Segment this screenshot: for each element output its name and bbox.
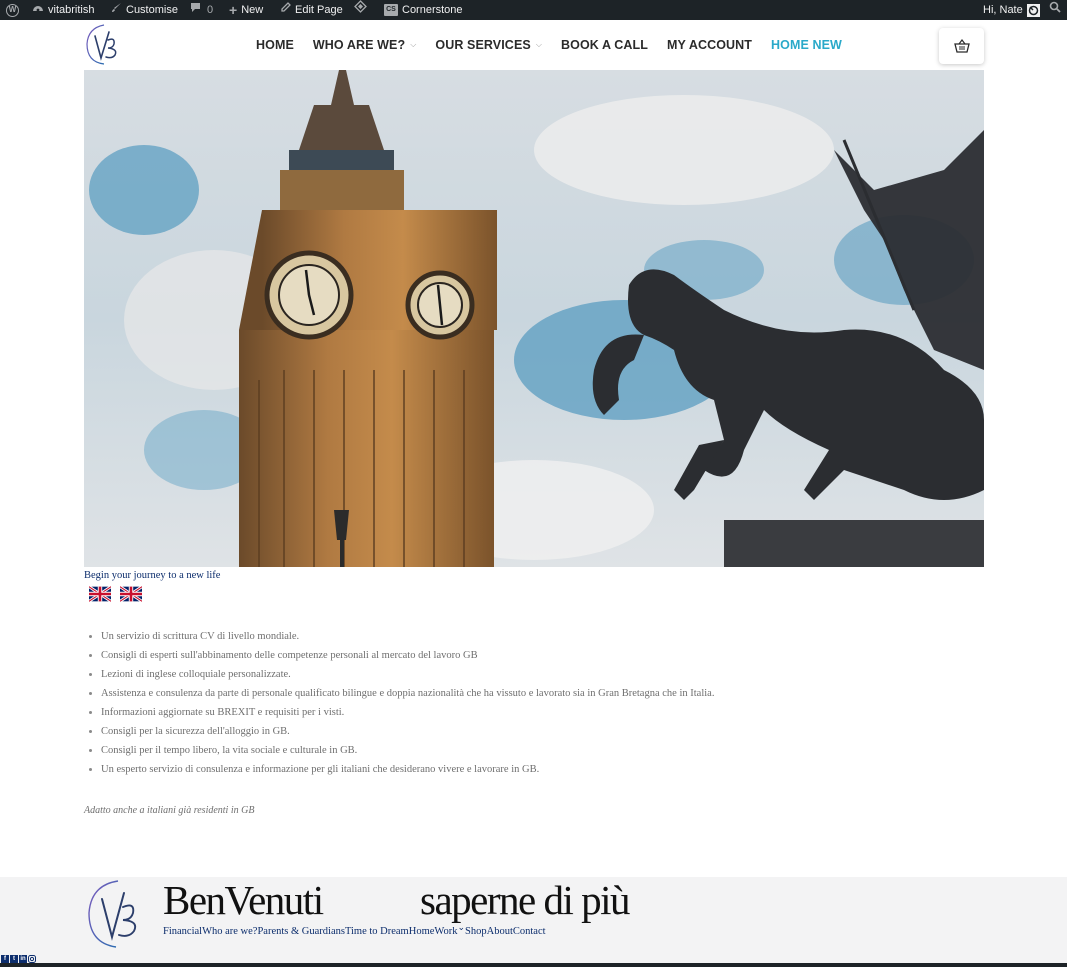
comments-link[interactable]: 0 (190, 0, 213, 20)
dashboard-icon (32, 0, 44, 20)
search-icon (1049, 0, 1061, 20)
nav-item-our-services[interactable]: OUR SERVICES ⌵ (435, 38, 542, 52)
nav-item-home[interactable]: HOME (256, 38, 294, 52)
site-header: HOME WHO ARE WE? ⌵ OUR SERVICES ⌵ BOOK A C… (0, 20, 1067, 70)
diamond-icon (354, 0, 367, 20)
footer-link-time-to-dream[interactable]: Time to Dream (345, 926, 409, 937)
list-item: Assistenza e consulenza da parte di pers… (101, 685, 714, 704)
residents-note: Adatto anche a italiani già residenti in… (84, 805, 255, 816)
hero-image (84, 70, 984, 567)
edit-page-link[interactable]: Edit Page (280, 0, 343, 20)
tagline-link[interactable]: Begin your journey to a new life (84, 570, 220, 581)
cart-button[interactable] (939, 28, 984, 64)
edit-page-label: Edit Page (295, 4, 343, 16)
brush-icon (111, 0, 122, 20)
comments-count: 0 (207, 4, 214, 16)
list-item: Informazioni aggiornate su BREXIT e requ… (101, 704, 714, 723)
chevron-down-icon: ⌵ (410, 40, 417, 49)
footer-title-right: saperne di più (420, 877, 630, 923)
footer-link-home[interactable]: Home (409, 926, 435, 937)
site-name-label: vitabritish (48, 4, 95, 16)
list-item: Un esperto servizio di consulenza e info… (101, 761, 714, 780)
new-label: New (241, 4, 264, 16)
chevron-down-icon[interactable]: ⌄ (457, 922, 465, 933)
nav-label: BOOK A CALL (561, 38, 648, 52)
footer-vb-logo[interactable] (86, 877, 148, 949)
twitter-icon[interactable]: t (10, 955, 18, 963)
list-item: Un servizio di scrittura CV di livello m… (101, 628, 714, 647)
cornerstone-link[interactable]: CS Cornerstone (384, 0, 463, 20)
chevron-down-icon: ⌵ (535, 40, 542, 49)
list-item: Consigli per la sicurezza dell'alloggio … (101, 723, 714, 742)
cornerstone-label: Cornerstone (402, 4, 463, 16)
footer-link-parents-guardians[interactable]: Parents & Guardians (257, 926, 344, 937)
greeting-label: Hi, Nate (983, 4, 1023, 16)
footer-nav: Financial Who are we? Parents & Guardian… (163, 922, 546, 937)
basket-icon (953, 39, 970, 53)
user-account-menu[interactable]: Hi, Nate (983, 0, 1040, 20)
vb-logo[interactable] (84, 22, 126, 66)
pencil-icon (280, 0, 291, 20)
site-name-link[interactable]: vitabritish (32, 0, 94, 20)
footer-link-shop[interactable]: Shop (465, 926, 487, 937)
uk-flag-icon[interactable] (120, 586, 142, 602)
nav-item-book-a-call[interactable]: BOOK A CALL (561, 38, 648, 52)
nav-item-home-new[interactable]: HOME NEW (771, 38, 842, 52)
list-item: Consigli per il tempo libero, la vita so… (101, 742, 714, 761)
bottom-bar (0, 963, 1067, 967)
language-flags (89, 586, 142, 602)
footer-link-financial[interactable]: Financial (163, 926, 202, 937)
wordpress-icon: W (6, 3, 19, 17)
footer-link-work[interactable]: Work (434, 926, 457, 937)
nav-label: OUR SERVICES (435, 38, 531, 52)
cornerstone-icon: CS (384, 4, 398, 16)
avatar (1026, 3, 1040, 17)
plus-icon: + (229, 2, 238, 18)
nav-label: HOME (256, 38, 294, 52)
benefits-list: Un servizio di scrittura CV di livello m… (84, 628, 714, 780)
nav-label: MY ACCOUNT (666, 38, 753, 52)
footer-link-about[interactable]: About (487, 926, 513, 937)
list-item: Consigli di esperti sull'abbinamento del… (101, 647, 714, 666)
comment-icon (190, 0, 201, 20)
list-item: Lezioni di inglese colloquiale personali… (101, 666, 714, 685)
customise-link[interactable]: Customise (111, 0, 178, 20)
facebook-icon[interactable]: f (1, 955, 9, 963)
linkedin-icon[interactable]: in (19, 955, 27, 963)
footer: BenVenuti saperne di più Financial Who a… (0, 877, 1067, 963)
admin-bar: W vitabritish Customise 0 + New Edit Pag… (0, 0, 1067, 20)
footer-link-contact[interactable]: Contact (513, 926, 546, 937)
footer-title-left: BenVenuti (163, 877, 324, 923)
new-content-link[interactable]: + New (229, 0, 263, 20)
nav-label: HOME NEW (771, 38, 842, 52)
social-links: f t in (1, 955, 36, 963)
instagram-icon[interactable] (28, 955, 36, 963)
theme-builder-link[interactable] (354, 0, 367, 20)
footer-link-who-are-we[interactable]: Who are we? (202, 926, 257, 937)
nav-item-who-are-we[interactable]: WHO ARE WE? ⌵ (313, 38, 416, 52)
uk-flag-icon[interactable] (89, 586, 111, 602)
main-nav: HOME WHO ARE WE? ⌵ OUR SERVICES ⌵ BOOK A C… (256, 20, 861, 70)
nav-item-my-account[interactable]: MY ACCOUNT (667, 38, 752, 52)
nav-label: WHO ARE WE? (312, 38, 406, 52)
customise-label: Customise (126, 4, 178, 16)
admin-search-button[interactable] (1049, 0, 1061, 20)
wordpress-logo-button[interactable]: W (6, 0, 19, 20)
